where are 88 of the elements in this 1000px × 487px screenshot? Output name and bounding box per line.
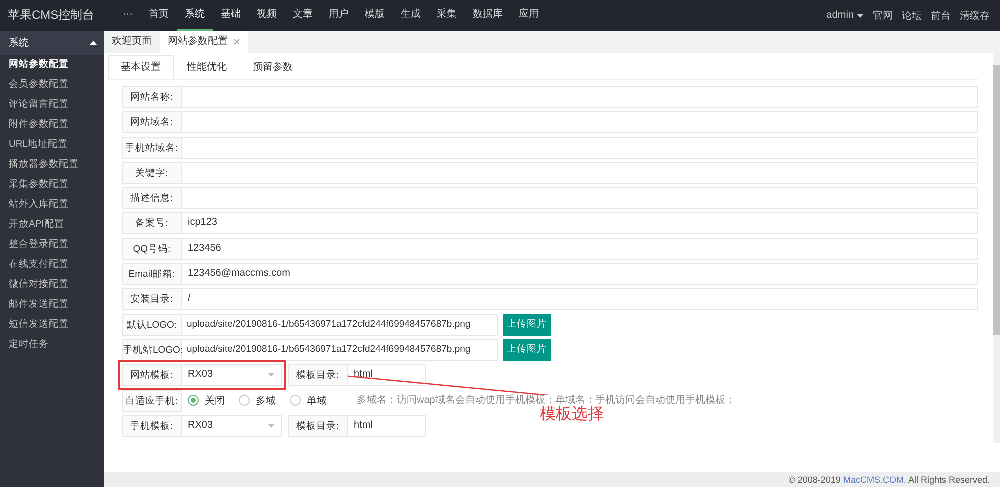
sidebar-item[interactable]: URL地址配置 bbox=[0, 135, 104, 155]
select-field[interactable]: RX03 bbox=[182, 414, 282, 437]
nav-item[interactable]: 首页 bbox=[141, 0, 177, 31]
sidebar-item[interactable]: 站外入库配置 bbox=[0, 195, 104, 215]
nav-item[interactable]: 数据库 bbox=[465, 0, 511, 31]
page-tab[interactable]: 网站参数配置 bbox=[160, 31, 248, 53]
field-label: 手机站LOGO: bbox=[122, 338, 182, 361]
radio-button[interactable] bbox=[290, 395, 301, 406]
input-field[interactable]: html bbox=[348, 414, 426, 437]
top-link[interactable]: 官网 bbox=[873, 8, 893, 22]
input-field[interactable] bbox=[182, 187, 978, 210]
nav-item[interactable]: 应用 bbox=[511, 0, 547, 31]
sidebar-item[interactable]: 短信发送配置 bbox=[0, 315, 104, 335]
field-label: 网站模板: bbox=[122, 364, 182, 386]
input-field[interactable] bbox=[182, 111, 978, 134]
page-tab[interactable]: 欢迎页面 bbox=[104, 31, 160, 53]
input-field[interactable] bbox=[182, 86, 978, 108]
radio-button[interactable] bbox=[188, 395, 199, 406]
top-link[interactable]: 论坛 bbox=[902, 8, 922, 22]
select-value: RX03 bbox=[188, 368, 214, 382]
sidebar-item[interactable]: 播放器参数配置 bbox=[0, 155, 104, 175]
field-label: 网站名称: bbox=[122, 86, 182, 108]
sidebar-item[interactable]: 微信对接配置 bbox=[0, 275, 104, 295]
sub-tab[interactable]: 性能优化 bbox=[174, 55, 240, 79]
select-field[interactable]: RX03 bbox=[182, 364, 282, 386]
input-field[interactable]: / bbox=[182, 288, 978, 310]
sidebar-group[interactable]: 系统 bbox=[0, 31, 104, 55]
group-label: 系统 bbox=[9, 36, 29, 50]
nav-item[interactable]: 文章 bbox=[285, 0, 321, 31]
field-label: 描述信息: bbox=[122, 187, 182, 210]
nav-item[interactable]: 生成 bbox=[393, 0, 429, 31]
radio-option[interactable]: 单域 bbox=[290, 394, 327, 408]
input-field[interactable]: 123456@maccms.com bbox=[182, 263, 978, 286]
nav-item[interactable]: 用户 bbox=[321, 0, 357, 31]
input-field[interactable]: upload/site/20190816-1/b65436971a172cfd244f69948457687b.png bbox=[182, 338, 498, 361]
input-field[interactable]: html bbox=[348, 364, 426, 386]
input-field[interactable] bbox=[182, 136, 978, 159]
sidebar-item[interactable]: 会员参数配置 bbox=[0, 75, 104, 95]
radio-option[interactable]: 多域 bbox=[239, 394, 276, 408]
copyright-text: © 2008-2019 MacCMS.COM. All Rights Reserved. bbox=[788, 474, 990, 484]
user-menu[interactable]: admin bbox=[826, 10, 864, 21]
caret-icon bbox=[268, 373, 275, 378]
sub-tab[interactable]: 预留参数 bbox=[240, 55, 306, 79]
sidebar-item[interactable]: 整合登录配置 bbox=[0, 235, 104, 255]
input-field[interactable]: upload/site/20190816-1/b65436971a172cfd244f69948457687b.png bbox=[182, 314, 498, 336]
sidebar-item[interactable]: 在线支付配置 bbox=[0, 255, 104, 275]
caret-icon bbox=[268, 424, 275, 428]
nav-item[interactable]: 基础 bbox=[213, 0, 249, 31]
field-label: 默认LOGO: bbox=[122, 314, 182, 336]
sub-tab[interactable]: 基本设置 bbox=[108, 55, 174, 79]
field-label: QQ号码: bbox=[122, 238, 182, 260]
upload-button[interactable]: 上传图片 bbox=[503, 338, 551, 361]
top-link[interactable]: 前台 bbox=[931, 8, 951, 22]
upload-button[interactable]: 上传图片 bbox=[503, 314, 551, 336]
brand-title: 苹果CMS控制台 bbox=[7, 7, 96, 24]
nav-item[interactable]: ··· bbox=[115, 0, 141, 31]
sidebar-item[interactable]: 采集参数配置 bbox=[0, 175, 104, 195]
sidebar-item[interactable]: 定时任务 bbox=[0, 335, 104, 355]
sidebar-item[interactable]: 网站参数配置 bbox=[0, 55, 104, 75]
input-field[interactable]: icp123 bbox=[182, 212, 978, 234]
field-label: 自适应手机: bbox=[122, 390, 182, 412]
field-label: 模板目录: bbox=[288, 364, 348, 386]
nav-item[interactable]: 采集 bbox=[429, 0, 465, 31]
field-label: 备案号: bbox=[122, 212, 182, 234]
nav-item[interactable]: 模版 bbox=[357, 0, 393, 31]
field-label: 关键字: bbox=[122, 162, 182, 184]
field-label: 模板目录: bbox=[288, 414, 348, 437]
radio-option[interactable]: 关闭 bbox=[188, 394, 225, 408]
field-label: Email邮箱: bbox=[122, 263, 182, 286]
footer-link[interactable]: MacCMS.COM bbox=[843, 474, 904, 484]
sidebar-item[interactable]: 评论留言配置 bbox=[0, 95, 104, 115]
sidebar-item[interactable]: 邮件发送配置 bbox=[0, 295, 104, 315]
top-link[interactable]: 清缓存 bbox=[960, 8, 990, 22]
input-field[interactable]: 123456 bbox=[182, 238, 978, 260]
field-label: 安装目录: bbox=[122, 288, 182, 310]
sidebar-item[interactable]: 附件参数配置 bbox=[0, 115, 104, 135]
nav-item[interactable]: 视频 bbox=[249, 0, 285, 31]
radio-button[interactable] bbox=[239, 395, 250, 406]
field-label: 手机模板: bbox=[122, 414, 182, 437]
caret-icon bbox=[857, 14, 864, 18]
input-field[interactable] bbox=[182, 162, 978, 184]
annotation-label: 模板选择 bbox=[540, 404, 604, 425]
sidebar-item[interactable]: 开放API配置 bbox=[0, 215, 104, 235]
select-value: RX03 bbox=[188, 418, 214, 433]
close-icon[interactable] bbox=[234, 39, 240, 45]
field-label: 网站域名: bbox=[122, 111, 182, 134]
field-label: 手机站域名: bbox=[122, 136, 182, 159]
scrollbar[interactable] bbox=[993, 53, 1000, 443]
